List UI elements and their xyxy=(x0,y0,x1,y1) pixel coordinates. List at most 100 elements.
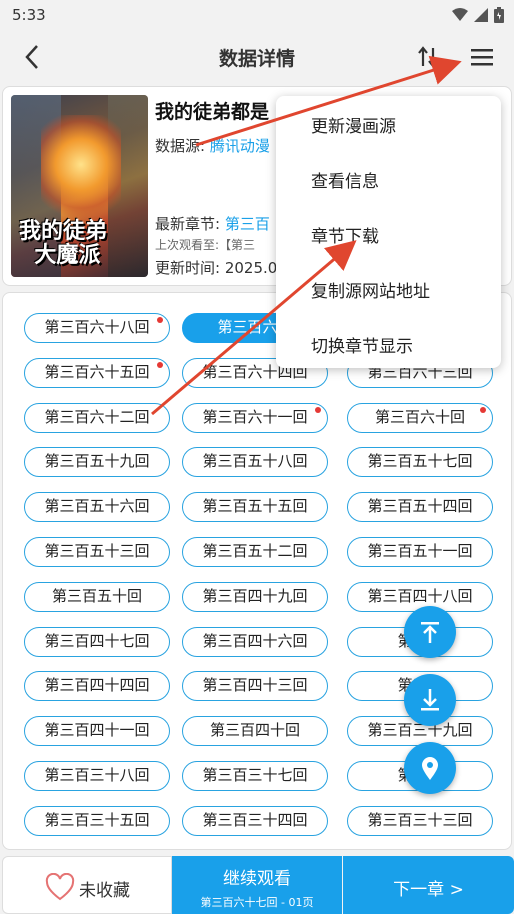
chapter-chip[interactable]: 第三百四十一回 xyxy=(24,716,170,747)
latest-chapter-link[interactable]: 第三百 xyxy=(225,215,270,233)
chapter-chip[interactable]: 第三百五十四回 xyxy=(347,492,493,523)
next-chapter-label: 下一章 > xyxy=(393,880,464,900)
status-bar: 5:33 xyxy=(0,0,514,30)
chapter-chip-label: 第三百五十回 xyxy=(51,586,142,605)
chapter-chip-label: 第三百四十八回 xyxy=(367,586,473,605)
next-chapter-button[interactable]: 下一章 > xyxy=(343,856,514,914)
chapter-chip-label: 第三百五十九回 xyxy=(44,452,150,471)
comic-title: 我的徒弟都是 xyxy=(155,101,270,123)
source-row: 数据源: 腾讯动漫 xyxy=(155,135,270,156)
chapter-chip[interactable]: 第三百四十七回 xyxy=(24,626,170,657)
chapter-chip-label: 第三百四十三回 xyxy=(202,676,308,695)
chapter-chip[interactable]: 第三百五十二回 xyxy=(182,537,328,567)
source-label: 数据源: xyxy=(155,137,206,155)
app-bar: 数据详情 xyxy=(0,30,514,84)
chapter-chip[interactable]: 第三百五十六回 xyxy=(24,492,170,523)
cover-logo: 我的徒弟 大魔派 xyxy=(19,218,108,268)
chapter-chip-label: 第三百五十六回 xyxy=(44,497,150,516)
chapter-chip[interactable]: 第三百五十回 xyxy=(24,581,170,612)
chapter-chip[interactable]: 第三百六十八回 xyxy=(24,313,170,343)
chapter-chip-label: 第三百五十八回 xyxy=(202,452,308,471)
chapter-chip-label: 第三百四十回 xyxy=(209,721,300,740)
menu-item-switch-chapter-display[interactable]: 切换章节显示 xyxy=(311,332,413,357)
chapter-chip-label: 第三百六十二回 xyxy=(44,407,150,426)
continue-label: 继续观看 xyxy=(223,869,291,889)
status-icons xyxy=(452,7,504,23)
chapter-chip-label: 第三百五十四回 xyxy=(367,497,473,516)
overflow-menu: 更新漫画源 查看信息 章节下载 复制源网站地址 切换章节显示 xyxy=(276,96,501,368)
scroll-top-button[interactable] xyxy=(404,606,456,658)
menu-icon[interactable] xyxy=(466,42,498,72)
favorite-button[interactable]: 未收藏 xyxy=(2,856,172,914)
menu-item-view-info[interactable]: 查看信息 xyxy=(311,167,379,192)
source-link[interactable]: 腾讯动漫 xyxy=(210,137,270,155)
chapter-chip-label: 第三百五十五回 xyxy=(202,497,308,516)
chapter-chip-label: 第三百四十七回 xyxy=(44,631,150,650)
chapter-chip-label: 第三百三十七回 xyxy=(202,766,308,784)
chapter-chip[interactable]: 第三百四十六回 xyxy=(182,626,328,657)
chapter-chip[interactable]: 第三百五十五回 xyxy=(182,492,328,523)
chapter-chip[interactable]: 第三百五十八回 xyxy=(182,447,328,478)
chapter-chip[interactable]: 第三百五十一回 xyxy=(347,537,493,567)
chapter-chip[interactable]: 第三百六十五回 xyxy=(24,357,170,388)
signal-icon xyxy=(474,8,488,22)
chapter-chip[interactable]: 第三百三十四回 xyxy=(182,805,328,836)
menu-item-copy-source-url[interactable]: 复制源网站地址 xyxy=(311,277,430,302)
unread-dot xyxy=(157,361,163,368)
chapter-chip[interactable]: 第三百五十九回 xyxy=(24,447,170,478)
chapter-chip[interactable]: 第三百五十三回 xyxy=(24,537,170,567)
chapter-chip-label: 第三百四十四回 xyxy=(44,676,150,695)
chapter-chip-label: 第三百三十四回 xyxy=(202,810,308,829)
heart-icon xyxy=(45,873,75,901)
chapter-chip-label: 第三百三十三回 xyxy=(367,810,473,829)
scroll-bottom-button[interactable] xyxy=(404,674,456,726)
updated-value: 2025.0 xyxy=(224,259,278,277)
chapter-chip[interactable]: 第三百三十七回 xyxy=(182,761,328,791)
chapter-chip[interactable]: 第三百三十三回 xyxy=(347,805,493,836)
unread-dot xyxy=(157,317,163,323)
chapter-chip[interactable]: 第三百六十一回 xyxy=(182,402,328,433)
chapter-chip-label: 第三百五十七回 xyxy=(367,452,473,471)
chapter-chip[interactable]: 第三百六十二回 xyxy=(24,402,170,433)
updated-row: 更新时间: 2025.0 xyxy=(155,257,277,278)
last-read-row: 上次观看至:【第三 xyxy=(155,238,256,252)
chapter-chip-label: 第三百六十五回 xyxy=(44,362,150,381)
latest-chapter-row: 最新章节: 第三百 xyxy=(155,213,270,234)
chapter-chip-label: 第三百五十二回 xyxy=(202,542,308,560)
locate-icon xyxy=(422,757,438,780)
comic-cover-image[interactable]: 我的徒弟 大魔派 xyxy=(11,95,148,277)
continue-reading-button[interactable]: 继续观看 第三百六十七回 - 01页 xyxy=(172,856,342,914)
chapter-chip-label: 第三百六十回 xyxy=(374,407,465,426)
chapter-chip-label: 第三百四十九回 xyxy=(202,586,308,605)
chapter-chip-label: 第三百五十三回 xyxy=(44,542,150,560)
chapter-chip-label: 第三百五十一回 xyxy=(367,542,473,560)
chapter-chip[interactable]: 第三百六十回 xyxy=(347,402,493,433)
chapter-chip-label: 第三百三十八回 xyxy=(44,766,150,784)
favorite-label: 未收藏 xyxy=(79,881,130,901)
chapter-chip-label: 第三百六十八回 xyxy=(44,318,150,336)
chapter-chip[interactable]: 第三百三十五回 xyxy=(24,805,170,836)
chapter-chip-label: 第三百三十五回 xyxy=(44,810,150,829)
chapter-chip[interactable]: 第三百四十九回 xyxy=(182,581,328,612)
chapter-chip[interactable]: 第三百四十三回 xyxy=(182,671,328,702)
chapter-chip-label: 第三百四十一回 xyxy=(44,721,150,740)
unread-dot xyxy=(480,406,486,413)
battery-icon xyxy=(494,7,504,23)
chapter-chip[interactable]: 第三百四十回 xyxy=(182,716,328,747)
scroll-bottom-icon xyxy=(421,689,439,711)
chapter-chip-label: 第三百四十六回 xyxy=(202,631,308,650)
menu-item-chapter-download[interactable]: 章节下载 xyxy=(311,222,379,247)
chapter-chip-label: 第三百六十一回 xyxy=(202,407,308,426)
latest-label: 最新章节: xyxy=(155,215,221,233)
locate-button[interactable] xyxy=(404,742,456,794)
chapter-chip[interactable]: 第三百三十八回 xyxy=(24,761,170,791)
wifi-icon xyxy=(452,8,468,21)
chapter-chip[interactable]: 第三百五十七回 xyxy=(347,447,493,478)
updated-label: 更新时间: xyxy=(155,259,221,277)
scroll-top-icon xyxy=(421,622,439,643)
chapter-chip[interactable]: 第三百四十四回 xyxy=(24,671,170,702)
continue-sub-label: 第三百六十七回 - 01页 xyxy=(200,896,314,909)
menu-item-update-source[interactable]: 更新漫画源 xyxy=(311,112,396,137)
sort-icon[interactable] xyxy=(414,42,442,72)
unread-dot xyxy=(315,406,321,413)
